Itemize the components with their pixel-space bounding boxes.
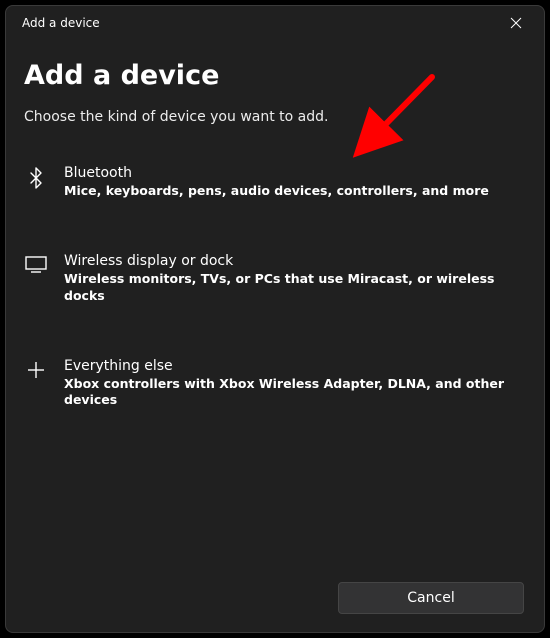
add-device-dialog: Add a device Add a device Choose the kin…	[5, 5, 545, 633]
option-text-group: Everything else Xbox controllers with Xb…	[64, 358, 522, 409]
close-icon	[510, 17, 522, 29]
bluetooth-icon	[24, 165, 48, 189]
option-title: Wireless display or dock	[64, 253, 522, 269]
dialog-content: Add a device Choose the kind of device y…	[6, 40, 544, 568]
option-wireless-display[interactable]: Wireless display or dock Wireless monito…	[24, 241, 526, 316]
plus-icon	[24, 358, 48, 380]
option-everything-else[interactable]: Everything else Xbox controllers with Xb…	[24, 346, 526, 421]
option-title: Everything else	[64, 358, 522, 374]
page-title: Add a device	[24, 60, 526, 91]
option-desc: Wireless monitors, TVs, or PCs that use …	[64, 271, 522, 304]
option-bluetooth[interactable]: Bluetooth Mice, keyboards, pens, audio d…	[24, 153, 526, 211]
option-text-group: Wireless display or dock Wireless monito…	[64, 253, 522, 304]
option-title: Bluetooth	[64, 165, 522, 181]
option-desc: Mice, keyboards, pens, audio devices, co…	[64, 183, 522, 199]
option-text-group: Bluetooth Mice, keyboards, pens, audio d…	[64, 165, 522, 199]
dialog-footer: Cancel	[6, 568, 544, 632]
close-button[interactable]	[496, 8, 536, 38]
display-icon	[24, 253, 48, 273]
cancel-button[interactable]: Cancel	[338, 582, 524, 614]
titlebar: Add a device	[6, 6, 544, 40]
option-desc: Xbox controllers with Xbox Wireless Adap…	[64, 376, 522, 409]
page-subtitle: Choose the kind of device you want to ad…	[24, 109, 526, 125]
window-title: Add a device	[22, 16, 100, 30]
